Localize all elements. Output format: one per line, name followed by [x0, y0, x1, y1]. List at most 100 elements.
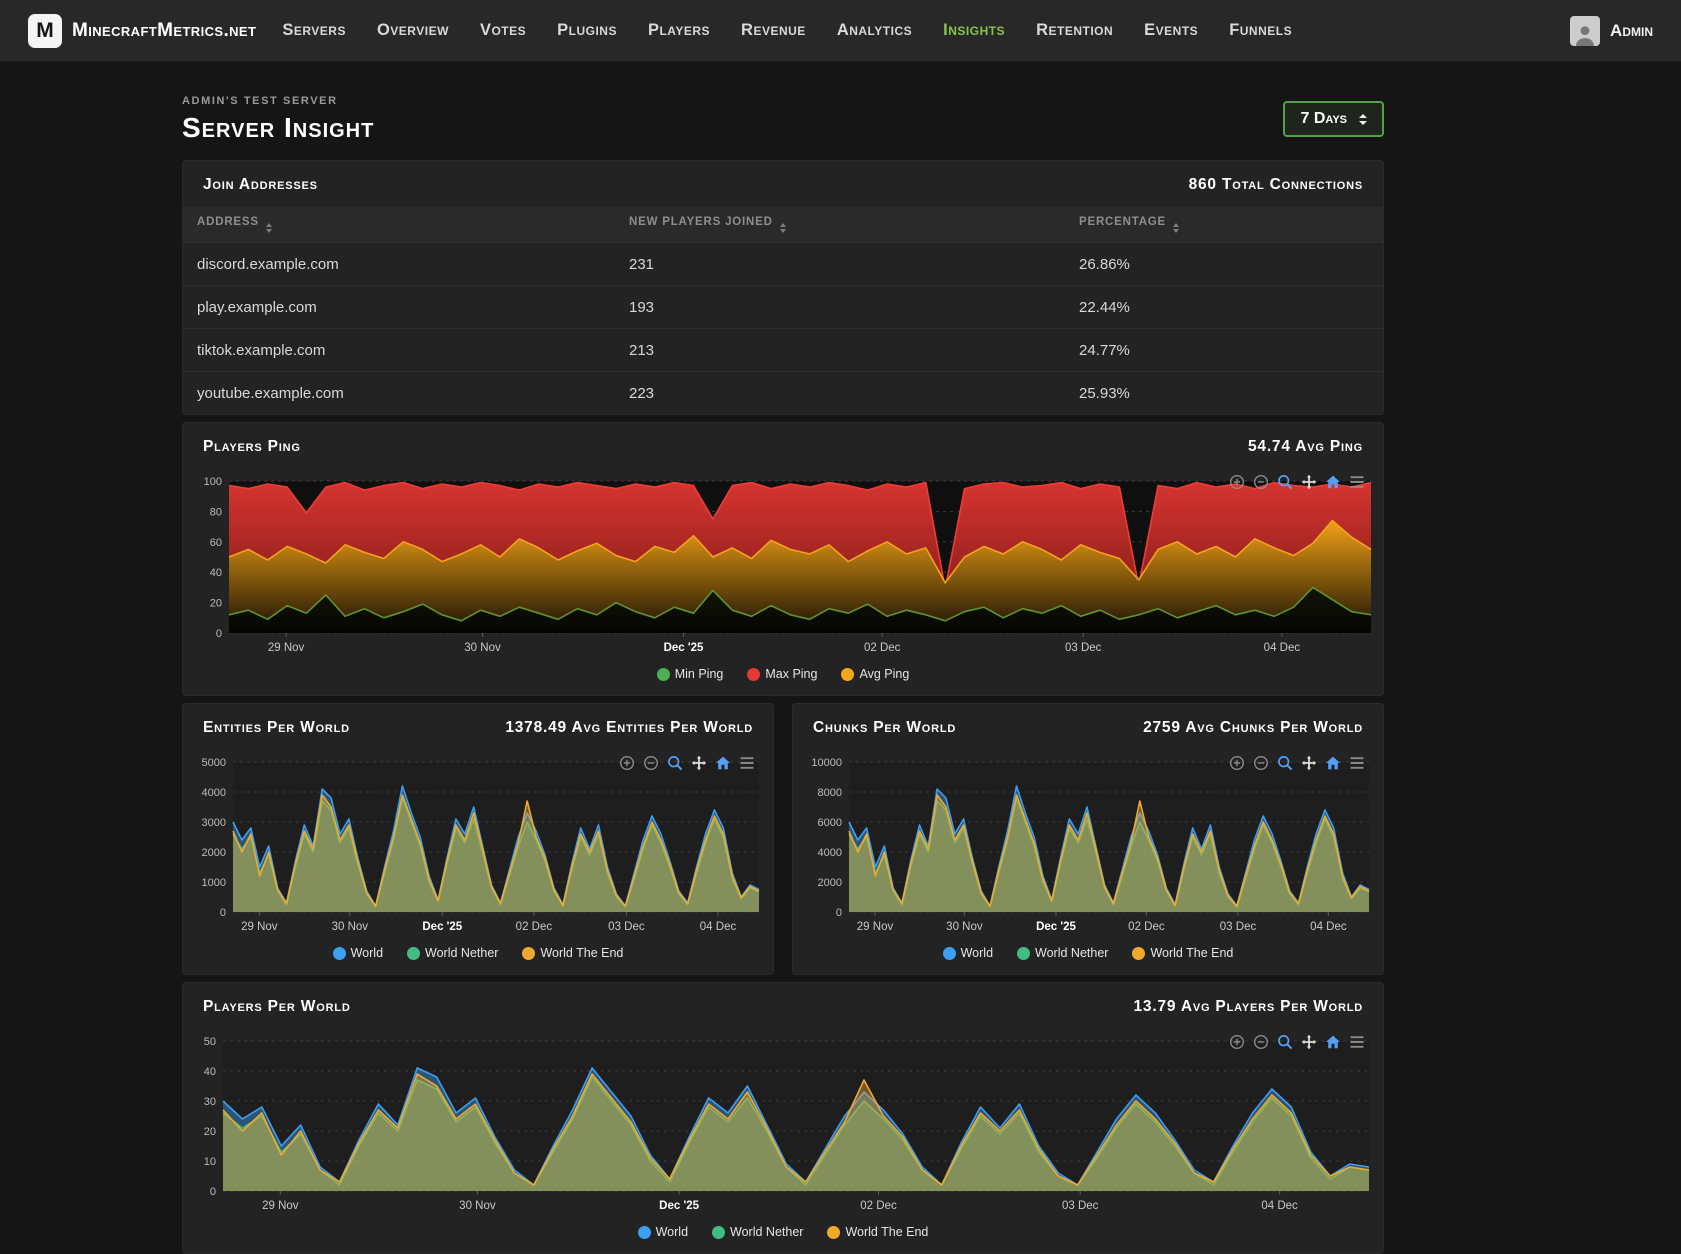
nav-item-retention[interactable]: Retention [1036, 21, 1113, 40]
address-cell: youtube.example.com [183, 372, 615, 415]
zoom-out-icon[interactable] [643, 755, 659, 771]
pan-icon[interactable] [1301, 474, 1317, 490]
legend-item-avg-ping[interactable]: Avg Ping [833, 667, 917, 681]
home-icon[interactable] [1325, 1034, 1341, 1050]
legend-label: Avg Ping [859, 667, 909, 681]
legend-item-world[interactable]: World [935, 946, 1001, 960]
svg-text:40: 40 [210, 567, 222, 579]
legend-dot-icon [333, 947, 346, 960]
menu-icon[interactable] [1349, 755, 1365, 771]
pan-icon[interactable] [691, 755, 707, 771]
legend-label: World The End [845, 1225, 928, 1239]
joined-cell: 223 [615, 372, 1065, 415]
legend-item-world-nether[interactable]: World Nether [399, 946, 506, 960]
percentage-cell: 24.77% [1065, 329, 1383, 372]
legend-item-min-ping[interactable]: Min Ping [649, 667, 732, 681]
col-address[interactable]: Address [183, 207, 615, 243]
legend-item-max-ping[interactable]: Max Ping [739, 667, 825, 681]
players-ping-chart[interactable]: 02040608010029 Nov30 NovDec '2502 Dec03 … [187, 471, 1375, 659]
nav-item-analytics[interactable]: Analytics [837, 21, 912, 40]
nav-item-overview[interactable]: Overview [377, 21, 449, 40]
zoom-out-icon[interactable] [1253, 755, 1269, 771]
nav-item-insights[interactable]: Insights [943, 21, 1005, 40]
box-zoom-icon[interactable] [1277, 1034, 1293, 1050]
pan-icon[interactable] [1301, 1034, 1317, 1050]
home-icon[interactable] [1325, 755, 1341, 771]
legend-label: Min Ping [675, 667, 724, 681]
zoom-in-icon[interactable] [1229, 474, 1245, 490]
legend-label: World Nether [1035, 946, 1108, 960]
players-chart[interactable]: 0102030405029 Nov30 NovDec '2502 Dec03 D… [187, 1031, 1375, 1217]
pan-icon[interactable] [1301, 755, 1317, 771]
svg-text:8000: 8000 [818, 787, 842, 799]
nav-item-servers[interactable]: Servers [282, 21, 346, 40]
page-header: Admin's Test Server Server Insight 7 Day… [182, 95, 1384, 144]
svg-text:03 Dec: 03 Dec [1220, 921, 1257, 933]
svg-text:3000: 3000 [202, 817, 226, 829]
period-label: 7 Days [1300, 110, 1347, 128]
table-header-row: Address New Players Joined Percentage [183, 207, 1383, 243]
entities-chart[interactable]: 01000200030004000500029 Nov30 NovDec '25… [187, 752, 765, 938]
home-icon[interactable] [1325, 474, 1341, 490]
svg-text:0: 0 [836, 907, 842, 919]
nav-item-revenue[interactable]: Revenue [741, 21, 806, 40]
sort-icon [1173, 223, 1179, 233]
menu-icon[interactable] [739, 755, 755, 771]
nav-item-plugins[interactable]: Plugins [557, 21, 617, 40]
chart-stat: 1378.49 Avg Entities Per World [505, 719, 753, 737]
legend-dot-icon [827, 1226, 840, 1239]
brand[interactable]: M MinecraftMetrics.net [28, 14, 256, 48]
legend-item-world-nether[interactable]: World Nether [704, 1225, 811, 1239]
chart-legend: World World Nether World The End [183, 938, 773, 974]
zoom-out-icon[interactable] [1253, 474, 1269, 490]
zoom-in-icon[interactable] [1229, 755, 1245, 771]
chunks-chart[interactable]: 020004000600080001000029 Nov30 NovDec '2… [797, 752, 1375, 938]
legend-dot-icon [1017, 947, 1030, 960]
legend-item-world[interactable]: World [325, 946, 391, 960]
join-addresses-table: Address New Players Joined Percentage di… [183, 207, 1383, 414]
box-zoom-icon[interactable] [1277, 474, 1293, 490]
legend-item-world-the-end[interactable]: World The End [819, 1225, 936, 1239]
svg-text:0: 0 [216, 628, 222, 640]
zoom-in-icon[interactable] [619, 755, 635, 771]
period-selector[interactable]: 7 Days [1283, 101, 1384, 137]
legend-item-world-nether[interactable]: World Nether [1009, 946, 1116, 960]
svg-text:2000: 2000 [818, 877, 842, 889]
col-percentage[interactable]: Percentage [1065, 207, 1383, 243]
page-title: Server Insight [182, 112, 374, 144]
user-menu[interactable]: Admin [1570, 16, 1653, 46]
chart-stat: 13.79 Avg Players Per World [1134, 998, 1363, 1016]
box-zoom-icon[interactable] [667, 755, 683, 771]
nav-item-events[interactable]: Events [1144, 21, 1198, 40]
user-name: Admin [1610, 21, 1653, 41]
svg-text:0: 0 [210, 1186, 216, 1198]
entities-chart-area: 01000200030004000500029 Nov30 NovDec '25… [183, 750, 773, 938]
percentage-cell: 25.93% [1065, 372, 1383, 415]
nav-item-votes[interactable]: Votes [480, 21, 526, 40]
zoom-out-icon[interactable] [1253, 1034, 1269, 1050]
box-zoom-icon[interactable] [1277, 755, 1293, 771]
col-new-players-joined[interactable]: New Players Joined [615, 207, 1065, 243]
joined-cell: 193 [615, 286, 1065, 329]
avatar [1570, 16, 1600, 46]
legend-item-world-the-end[interactable]: World The End [1124, 946, 1241, 960]
svg-text:03 Dec: 03 Dec [1065, 642, 1102, 654]
legend-item-world[interactable]: World [630, 1225, 696, 1239]
svg-text:04 Dec: 04 Dec [1310, 921, 1347, 933]
home-icon[interactable] [715, 755, 731, 771]
join-addresses-body: discord.example.com23126.86%play.example… [183, 243, 1383, 415]
legend-item-world-the-end[interactable]: World The End [514, 946, 631, 960]
address-cell: play.example.com [183, 286, 615, 329]
person-icon [1573, 22, 1597, 46]
menu-icon[interactable] [1349, 1034, 1365, 1050]
svg-text:10: 10 [204, 1156, 216, 1168]
svg-text:10000: 10000 [811, 757, 842, 769]
menu-icon[interactable] [1349, 474, 1365, 490]
nav-item-players[interactable]: Players [648, 21, 710, 40]
sort-icon [266, 223, 272, 233]
zoom-in-icon[interactable] [1229, 1034, 1245, 1050]
address-cell: discord.example.com [183, 243, 615, 286]
joined-cell: 213 [615, 329, 1065, 372]
top-nav: M MinecraftMetrics.net Servers Overview Vo… [0, 0, 1681, 62]
nav-item-funnels[interactable]: Funnels [1229, 21, 1292, 40]
